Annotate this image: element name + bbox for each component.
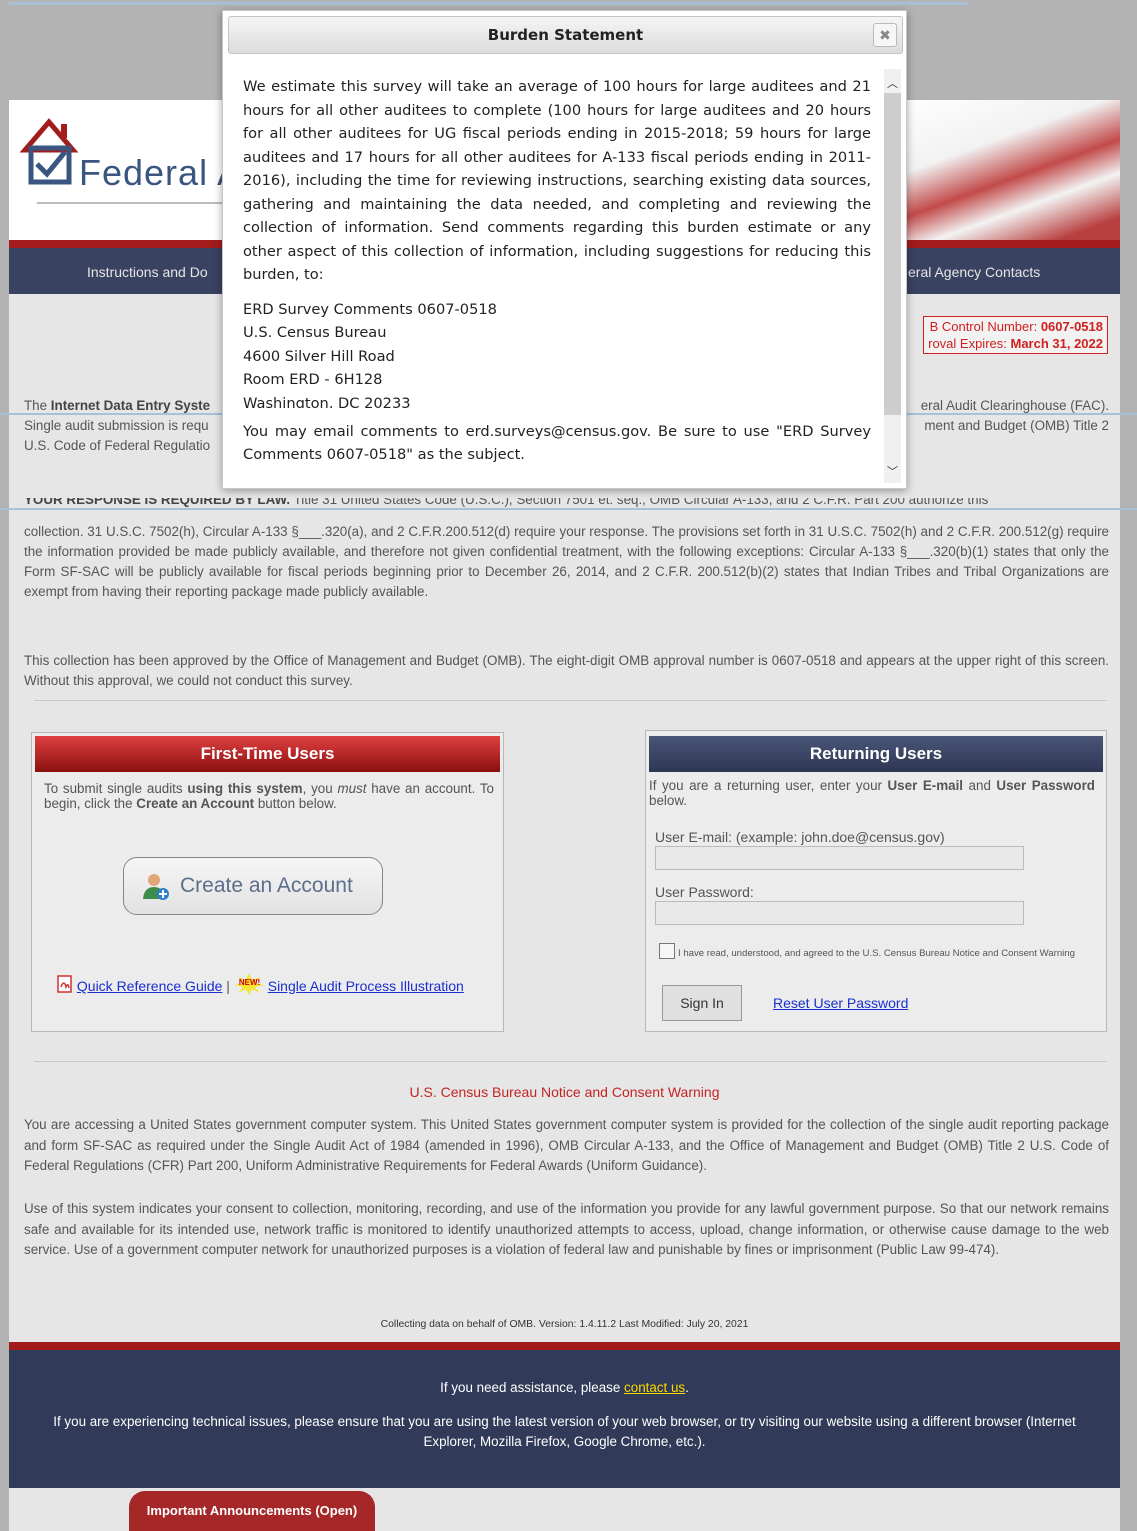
links-separator: | (222, 978, 234, 994)
password-label: User Password: (655, 884, 754, 900)
notice-paragraph-2: Use of this system indicates your consen… (24, 1201, 1109, 1257)
legal-paragraph: collection. 31 U.S.C. 7502(h), Circular … (24, 524, 1109, 599)
announcements-tab[interactable]: Important Announcements (Open) (129, 1491, 375, 1531)
user-email-input[interactable] (655, 846, 1024, 870)
sign-in-button[interactable]: Sign In (662, 985, 742, 1021)
guide-line-2 (0, 508, 1137, 510)
omb-expires-date: March 31, 2022 (1010, 336, 1103, 351)
ft-desc-1: To submit single audits (44, 781, 188, 796)
omb-control-box: B Control Number: 0607-0518 roval Expire… (923, 316, 1108, 354)
scroll-thumb[interactable] (884, 93, 901, 415)
tech-issues-text: If you are experiencing technical issues… (53, 1414, 1076, 1449)
notice-paragraph-1: You are accessing a United States govern… (24, 1117, 1109, 1173)
new-badge-text: NEW! (238, 978, 261, 987)
dialog-scrollbar[interactable]: ︿ ﹀ (884, 69, 901, 483)
divider-top (34, 700, 1107, 701)
address-line-3: 4600 Silver Hill Road (243, 347, 395, 365)
close-icon[interactable]: ✖ (873, 23, 897, 47)
first-time-users-panel: First-Time Users To submit single audits… (31, 732, 504, 1032)
address-line-1: ERD Survey Comments 0607-0518 (243, 300, 497, 318)
burden-statement-dialog: Burden Statement ✖ We estimate this surv… (222, 10, 907, 489)
footer-red-bar (9, 1342, 1120, 1350)
legal-required-rest: Title 31 United States Code (U.S.C.), Se… (290, 498, 989, 507)
intro-submission: Single audit submission is requ (24, 418, 209, 433)
highlight-line (9, 2, 969, 5)
assistance-line: If you need assistance, please contact u… (9, 1380, 1120, 1395)
notice-title: U.S. Census Bureau Notice and Consent Wa… (409, 1084, 720, 1100)
ft-desc-2: using this system (187, 781, 303, 796)
intro-the: The (24, 398, 51, 413)
burden-paragraph: We estimate this survey will take an ave… (243, 78, 871, 283)
ru-desc-2: User E-mail (887, 778, 964, 793)
intro-omb: ment and Budget (OMB) Title 2 (924, 418, 1109, 433)
divider-bottom (34, 1061, 1107, 1062)
user-password-input[interactable] (655, 901, 1024, 925)
nav-agency-contacts[interactable]: eral Agency Contacts (908, 264, 1040, 280)
ft-desc-4: must (337, 781, 367, 796)
dialog-titlebar[interactable]: Burden Statement ✖ (228, 16, 903, 54)
contact-us-link[interactable]: contact us (624, 1380, 685, 1395)
first-time-title: First-Time Users (35, 736, 500, 772)
site-footer: If you need assistance, please contact u… (9, 1350, 1120, 1488)
address-line-5-wrap: Washington, DC 20233 (243, 392, 871, 408)
returning-title: Returning Users (649, 736, 1103, 772)
version-info: Collecting data on behalf of OMB. Versio… (380, 1319, 749, 1330)
scroll-up-icon[interactable]: ︿ (887, 75, 898, 91)
omb-control-number: 0607-0518 (1040, 319, 1103, 334)
email-note: You may email comments to erd.surveys@ce… (243, 422, 871, 464)
logo-text: Federal A (79, 152, 243, 193)
create-account-button[interactable]: Create an Account (123, 857, 383, 915)
user-add-icon (143, 874, 169, 900)
dialog-body: We estimate this survey will take an ave… (223, 57, 883, 487)
omb-expires-label: roval Expires: (928, 336, 1011, 351)
assist-period: . (685, 1380, 689, 1395)
logo-underline (37, 202, 237, 204)
legal-required-lead: YOUR RESPONSE IS REQUIRED BY LAW. (24, 498, 291, 507)
intro-system-name: Internet Data Entry Syste (50, 398, 211, 413)
address-line-2: U.S. Census Bureau (243, 324, 387, 341)
house-check-icon (19, 118, 79, 185)
new-badge-icon: NEW! (233, 973, 264, 995)
ft-desc-3: , you (302, 781, 338, 796)
consent-label: I have read, understood, and agreed to t… (678, 948, 1075, 959)
ru-desc-1: If you are a returning user, enter your (649, 778, 888, 793)
assist-text: If you need assistance, please (440, 1380, 625, 1395)
address-line-4: Room ERD - 6H128 (243, 371, 383, 388)
pdf-icon (57, 975, 72, 993)
reset-password-link[interactable]: Reset User Password (773, 995, 908, 1011)
flag-banner (890, 100, 1120, 240)
scroll-down-icon[interactable]: ﹀ (887, 463, 898, 479)
ru-desc-3: and (963, 778, 997, 793)
consent-checkbox[interactable] (659, 943, 675, 959)
ru-desc-4: User Password (996, 778, 1095, 793)
ru-desc-5: below. (649, 793, 687, 808)
single-audit-illustration-link[interactable]: Single Audit Process Illustration (268, 978, 464, 994)
intro-cfr: U.S. Code of Federal Regulatio (24, 438, 211, 453)
returning-description: If you are a returning user, enter your … (649, 778, 1095, 808)
burden-text: We estimate this survey will take an ave… (243, 75, 871, 467)
create-account-label: Create an Account (180, 874, 353, 897)
first-time-description: To submit single audits using this syste… (44, 781, 494, 811)
omb-control-label: B Control Number: (929, 319, 1041, 334)
returning-users-panel: Returning Users If you are a returning u… (645, 730, 1107, 1032)
address-line-5: Washington, DC 20233 (243, 394, 411, 408)
quick-reference-guide-link[interactable]: Quick Reference Guide (77, 978, 223, 994)
nav-instructions[interactable]: Instructions and Do (87, 264, 208, 280)
dialog-title: Burden Statement (487, 26, 644, 44)
ft-desc-6: Create an Account (136, 796, 255, 811)
first-time-links: Quick Reference Guide | NEW! Single Audi… (57, 973, 464, 995)
approval-paragraph: This collection has been approved by the… (24, 653, 1109, 688)
email-label: User E-mail: (example: john.doe@census.g… (655, 829, 945, 845)
ft-desc-7: button below. (254, 796, 337, 811)
